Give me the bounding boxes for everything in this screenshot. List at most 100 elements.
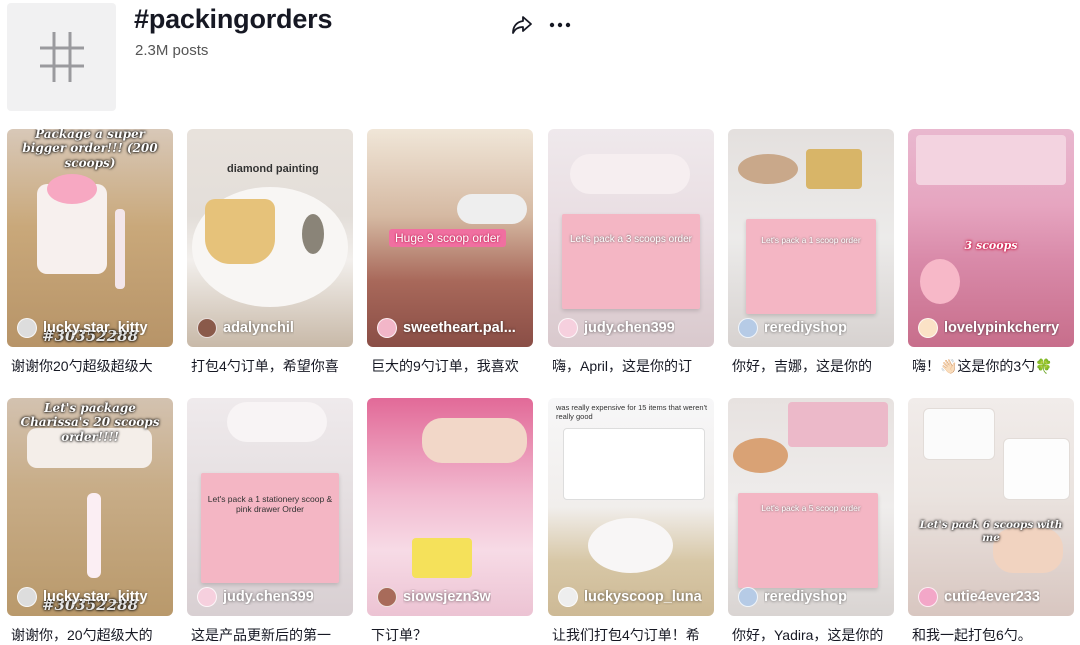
video-card[interactable]: Let's pack a 1 stationery scoop & pink d… bbox=[187, 398, 353, 616]
video-overlay-text: Let's pack a 3 scoops order bbox=[570, 234, 692, 245]
hashtag-avatar bbox=[7, 3, 116, 111]
video-card[interactable]: Let's pack a 3 scoops order judy.chen399 bbox=[548, 129, 714, 347]
package-image bbox=[412, 538, 472, 578]
author-name: siowsjezn3w bbox=[403, 589, 491, 605]
spoon-image bbox=[87, 493, 101, 578]
author-name: lucky.star_kitty bbox=[43, 320, 148, 336]
post-count: 2.3M posts bbox=[135, 42, 209, 59]
video-overlay-text: Let's pack 6 scoops with me bbox=[919, 519, 1063, 544]
author-name: judy.chen399 bbox=[584, 320, 675, 336]
video-overlay-text: was really expensive for 15 items that w… bbox=[556, 403, 708, 421]
video-author[interactable]: lovelypinkcherry bbox=[918, 318, 1068, 338]
video-author[interactable]: luckyscoop_luna bbox=[558, 587, 708, 607]
plush-image bbox=[920, 259, 960, 304]
video-card[interactable]: diamond painting adalynchil bbox=[187, 129, 353, 347]
author-name: sweetheart.pal... bbox=[403, 320, 516, 336]
scoop-image bbox=[302, 214, 324, 254]
video-overlay-text: Let's pack a 1 stationery scoop & pink d… bbox=[207, 494, 333, 514]
video-author[interactable]: rerediyshop bbox=[738, 587, 888, 607]
video-caption[interactable]: 下订单？ bbox=[371, 625, 541, 645]
video-overlay-text: 3 scoops bbox=[964, 239, 1018, 252]
video-card[interactable]: Let's pack a 5 scoop order rerediyshop bbox=[728, 398, 894, 616]
hand-image bbox=[422, 418, 527, 463]
pink-box-image bbox=[562, 214, 700, 309]
video-caption[interactable]: 谢谢你，20勺超级大的 bbox=[11, 625, 181, 645]
pink-box-image bbox=[746, 219, 876, 314]
bin-image bbox=[1003, 438, 1070, 500]
video-caption[interactable]: 让我们打包4勺订单！希 bbox=[552, 625, 722, 645]
video-caption[interactable]: 嗨！👋🏻这是你的3勺🍀 bbox=[912, 356, 1080, 376]
video-caption[interactable]: 这是产品更新后的第一 bbox=[191, 625, 361, 645]
video-caption[interactable]: 打包4勺订单，希望你喜 bbox=[191, 356, 361, 376]
video-caption[interactable]: 你好，Yadira，这是你的 bbox=[732, 625, 902, 645]
author-name: lovelypinkcherry bbox=[944, 320, 1060, 336]
author-name: judy.chen399 bbox=[223, 589, 314, 605]
plush-toys-image bbox=[227, 402, 327, 442]
plush-toys-image bbox=[570, 154, 690, 194]
cat-image bbox=[733, 438, 788, 473]
author-name: rerediyshop bbox=[764, 589, 847, 605]
video-caption[interactable]: 你好，吉娜，这是你的 bbox=[732, 356, 902, 376]
video-author[interactable]: lucky.star_kitty bbox=[17, 318, 167, 338]
video-author[interactable]: lucky.star_kitty bbox=[17, 587, 167, 607]
stickers-image bbox=[916, 135, 1066, 185]
hand-image bbox=[457, 194, 527, 224]
video-caption[interactable]: 和我一起打包6勺。 bbox=[912, 625, 1080, 645]
video-caption[interactable]: 巨大的9勺订单，我喜欢 bbox=[371, 356, 541, 376]
video-caption[interactable]: 嗨，April，这是你的订 bbox=[552, 356, 722, 376]
video-card[interactable]: siowsjezn3w bbox=[367, 398, 533, 616]
video-card[interactable]: Package a super bigger order!!! (200 sco… bbox=[7, 129, 173, 347]
bin-image bbox=[923, 408, 995, 460]
page-title: #packingorders bbox=[134, 4, 333, 34]
hashtag-icon bbox=[39, 32, 84, 82]
share-icon bbox=[512, 16, 532, 34]
chart-sheet-image bbox=[563, 428, 705, 500]
mug-image bbox=[205, 199, 275, 264]
plate-image bbox=[588, 518, 673, 573]
video-author[interactable]: adalynchil bbox=[197, 318, 347, 338]
video-card[interactable]: Let's pack a 1 scoop order rerediyshop bbox=[728, 129, 894, 347]
video-author[interactable]: cutie4ever233 bbox=[918, 587, 1068, 607]
author-avatar bbox=[918, 587, 938, 607]
spoon-image bbox=[115, 209, 125, 289]
video-overlay-text: Package a super bigger order!!! (200 sco… bbox=[22, 129, 158, 170]
pink-box-image bbox=[201, 473, 339, 583]
author-name: luckyscoop_luna bbox=[584, 589, 702, 605]
video-overlay-text: diamond painting bbox=[227, 163, 319, 175]
author-avatar bbox=[197, 587, 217, 607]
author-avatar bbox=[377, 318, 397, 338]
author-avatar bbox=[558, 587, 578, 607]
author-name: adalynchil bbox=[223, 320, 294, 336]
video-author[interactable]: judy.chen399 bbox=[197, 587, 347, 607]
video-card[interactable]: Let's package Charissa's 20 scoops order… bbox=[7, 398, 173, 616]
share-button[interactable] bbox=[509, 13, 535, 37]
cup-lid bbox=[47, 174, 97, 204]
author-name: cutie4ever233 bbox=[944, 589, 1040, 605]
author-avatar bbox=[738, 318, 758, 338]
video-card[interactable]: Let's pack 6 scoops with me cutie4ever23… bbox=[908, 398, 1074, 616]
video-author[interactable]: judy.chen399 bbox=[558, 318, 708, 338]
author-avatar bbox=[918, 318, 938, 338]
video-author[interactable]: rerediyshop bbox=[738, 318, 888, 338]
video-caption[interactable]: 谢谢你20勺超级超级大 bbox=[11, 356, 181, 376]
video-card[interactable]: was really expensive for 15 items that w… bbox=[548, 398, 714, 616]
video-overlay-text: Huge 9 scoop order bbox=[389, 229, 507, 247]
author-avatar bbox=[377, 587, 397, 607]
author-avatar bbox=[738, 587, 758, 607]
ellipsis-icon bbox=[549, 22, 571, 28]
video-author[interactable]: sweetheart.pal... bbox=[377, 318, 527, 338]
author-avatar bbox=[197, 318, 217, 338]
author-avatar bbox=[17, 587, 37, 607]
video-card[interactable]: 3 scoops lovelypinkcherry bbox=[908, 129, 1074, 347]
more-options-button[interactable] bbox=[547, 13, 573, 37]
author-name: rerediyshop bbox=[764, 320, 847, 336]
video-overlay-text: Let's pack a 5 scoop order bbox=[761, 503, 861, 513]
video-author[interactable]: siowsjezn3w bbox=[377, 587, 527, 607]
video-overlay-text: Let's package Charissa's 20 scoops order… bbox=[20, 401, 160, 444]
video-card[interactable]: Huge 9 scoop order sweetheart.pal... bbox=[367, 129, 533, 347]
cat-image bbox=[738, 154, 798, 184]
video-overlay-text: Let's pack a 1 scoop order bbox=[761, 235, 861, 245]
author-avatar bbox=[17, 318, 37, 338]
author-avatar bbox=[558, 318, 578, 338]
drawers-image bbox=[788, 402, 888, 447]
